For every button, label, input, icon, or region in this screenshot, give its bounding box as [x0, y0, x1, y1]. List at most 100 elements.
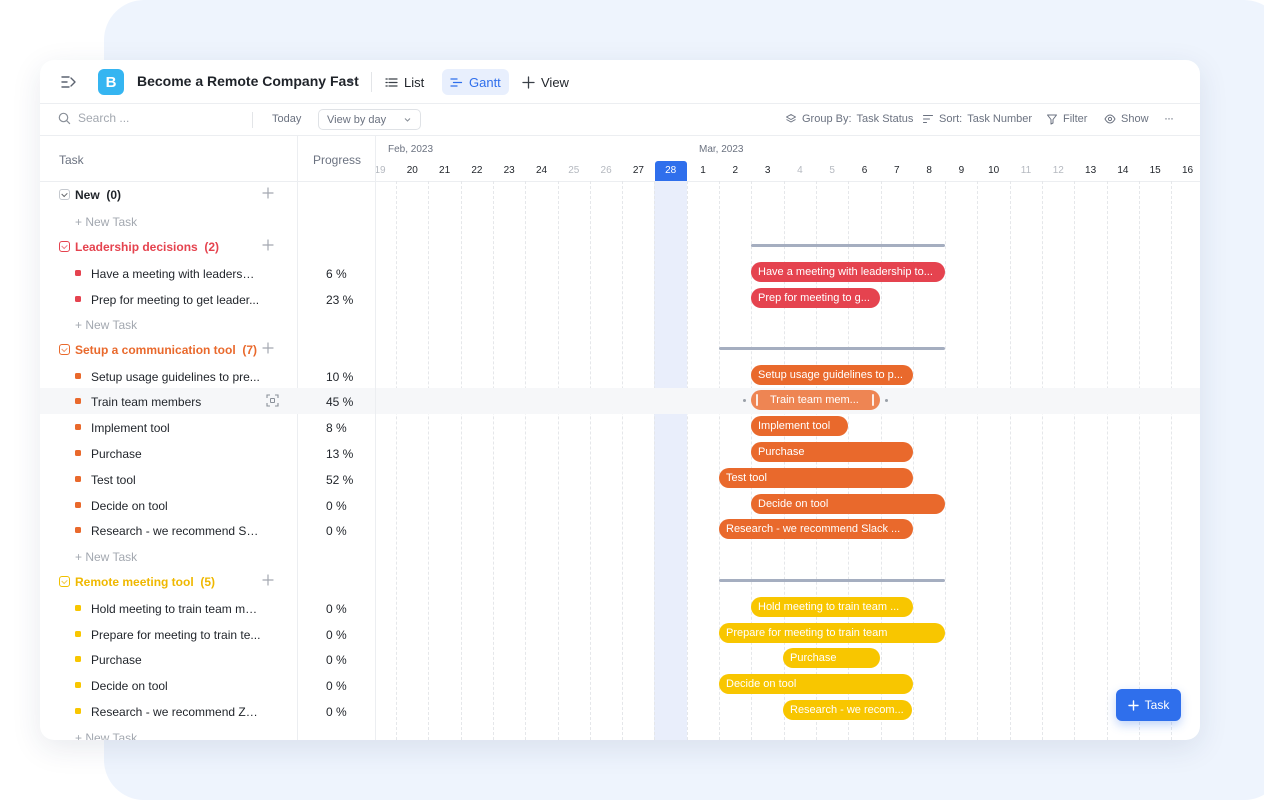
- task-name[interactable]: Purchase: [91, 447, 142, 461]
- group-row-setup[interactable]: Setup a communication tool (7): [40, 337, 376, 363]
- task-row[interactable]: Purchase 0 %: [40, 646, 376, 672]
- task-row[interactable]: Research - we recommend Zo... 0 %: [40, 698, 376, 724]
- sort-value: Task Number: [967, 113, 1033, 125]
- group-collapse-toggle[interactable]: [59, 241, 70, 252]
- group-row-leadership[interactable]: Leadership decisions (2): [40, 234, 376, 260]
- task-row[interactable]: Setup usage guidelines to pre... 10 %: [40, 363, 376, 389]
- project-title[interactable]: Become a Remote Company Fast: [137, 73, 359, 89]
- filter-button[interactable]: Filter: [1046, 113, 1087, 125]
- task-name[interactable]: Decide on tool: [91, 499, 168, 513]
- bar-dependency-dot[interactable]: [743, 399, 746, 402]
- task-name[interactable]: Decide on tool: [91, 679, 168, 693]
- bar-resize-handle-left[interactable]: [756, 394, 758, 406]
- list-view-button[interactable]: List: [377, 69, 432, 95]
- group-row-remote[interactable]: Remote meeting tool (5): [40, 569, 376, 595]
- new-task-row[interactable]: + New Task: [40, 543, 376, 569]
- gantt-view-button[interactable]: Gantt: [442, 69, 509, 95]
- add-task-icon[interactable]: [261, 341, 275, 355]
- add-task-icon[interactable]: [261, 573, 275, 587]
- new-task-row[interactable]: + New Task: [40, 208, 376, 234]
- group-row-new[interactable]: New (0): [40, 182, 376, 208]
- add-task-icon[interactable]: [261, 238, 275, 252]
- gantt-bar[interactable]: Purchase: [783, 648, 880, 668]
- status-dot: [75, 398, 81, 404]
- search-input[interactable]: [78, 111, 228, 125]
- plus-icon: [1127, 699, 1139, 711]
- task-row[interactable]: Purchase 13 %: [40, 440, 376, 466]
- gantt-bar[interactable]: Have a meeting with leadership to...: [751, 262, 945, 282]
- gantt-bar[interactable]: Setup usage guidelines to p...: [751, 365, 913, 385]
- bar-dependency-dot[interactable]: [885, 399, 888, 402]
- new-task-row[interactable]: + New Task: [40, 724, 376, 740]
- group-summary-bar: [751, 244, 945, 247]
- task-name[interactable]: Setup usage guidelines to pre...: [91, 370, 260, 384]
- task-name[interactable]: Test tool: [91, 473, 136, 487]
- task-name[interactable]: Train team members: [91, 395, 201, 409]
- gantt-bar[interactable]: Purchase: [751, 442, 913, 462]
- new-task-row[interactable]: + New Task: [40, 311, 376, 337]
- gantt-bar[interactable]: Research - we recommend Slack ...: [719, 519, 913, 539]
- group-name: Leadership decisions (2): [75, 240, 220, 254]
- task-name[interactable]: Hold meeting to train team me...: [91, 602, 261, 616]
- task-row[interactable]: Prep for meeting to get leader... 23 %: [40, 286, 376, 312]
- group-collapse-toggle[interactable]: [59, 189, 70, 200]
- today-button[interactable]: Today: [272, 113, 301, 125]
- new-task-link[interactable]: + New Task: [75, 318, 137, 332]
- task-progress: 45 %: [326, 395, 354, 409]
- more-options-button[interactable]: ···: [1164, 111, 1174, 125]
- view-by-select[interactable]: View by day: [318, 109, 421, 130]
- gantt-bar[interactable]: Implement tool: [751, 416, 848, 436]
- gantt-bar[interactable]: Hold meeting to train team ...: [751, 597, 913, 617]
- timeline-gridline: [492, 181, 494, 740]
- group-collapse-toggle[interactable]: [59, 344, 70, 355]
- timeline-day-11: 11: [1020, 165, 1032, 176]
- gantt-bar[interactable]: Prep for meeting to g...: [751, 288, 880, 308]
- new-task-link[interactable]: + New Task: [75, 215, 137, 229]
- task-column-header: Task: [59, 153, 84, 167]
- task-name[interactable]: Research - we recommend Zo...: [91, 705, 261, 719]
- add-view-button[interactable]: View: [514, 69, 577, 95]
- task-row[interactable]: Test tool 52 %: [40, 466, 376, 492]
- task-name[interactable]: Implement tool: [91, 421, 170, 435]
- gantt-bar[interactable]: Decide on tool: [751, 494, 945, 514]
- task-name[interactable]: Purchase: [91, 653, 142, 667]
- gantt-bar[interactable]: Decide on tool: [719, 674, 913, 694]
- bar-resize-handle-right[interactable]: [872, 394, 874, 406]
- timeline-day-15: 15: [1149, 165, 1161, 176]
- task-name[interactable]: Research - we recommend Sla...: [91, 524, 261, 538]
- timeline-day-27: 27: [632, 165, 644, 176]
- gantt-bar[interactable]: Test tool: [719, 468, 913, 488]
- task-name[interactable]: Have a meeting with leadershi...: [91, 267, 261, 281]
- task-name[interactable]: Prepare for meeting to train te...: [91, 628, 260, 642]
- timeline-day-8: 8: [926, 165, 932, 176]
- add-task-icon[interactable]: [261, 186, 275, 200]
- group-collapse-toggle[interactable]: [59, 576, 70, 587]
- task-row[interactable]: Prepare for meeting to train te... 0 %: [40, 621, 376, 647]
- add-task-fab-button[interactable]: Task: [1116, 689, 1181, 721]
- task-row[interactable]: Have a meeting with leadershi... 6 %: [40, 260, 376, 286]
- gantt-bar-selected[interactable]: Train team mem...: [751, 390, 880, 410]
- task-row[interactable]: Research - we recommend Sla... 0 %: [40, 517, 376, 543]
- show-button[interactable]: Show: [1104, 113, 1149, 125]
- task-row-selected[interactable]: Train team members 45 %: [40, 388, 376, 414]
- caret-down-icon[interactable]: [346, 76, 356, 86]
- new-task-link[interactable]: + New Task: [75, 731, 137, 740]
- task-progress: 0 %: [326, 628, 347, 642]
- expand-icon[interactable]: [266, 394, 279, 407]
- sort-icon: [922, 114, 934, 124]
- gantt-bar[interactable]: Prepare for meeting to train team: [719, 623, 945, 643]
- group-by-button[interactable]: Group By: Task Status: [785, 113, 913, 125]
- task-name[interactable]: Prep for meeting to get leader...: [91, 293, 259, 307]
- task-row[interactable]: Implement tool 8 %: [40, 414, 376, 440]
- new-task-link[interactable]: + New Task: [75, 550, 137, 564]
- task-row[interactable]: Hold meeting to train team me... 0 %: [40, 595, 376, 621]
- task-row[interactable]: Decide on tool 0 %: [40, 672, 376, 698]
- gantt-bar[interactable]: Research - we recom...: [783, 700, 912, 720]
- sidebar-toggle-icon[interactable]: [60, 73, 78, 91]
- status-dot: [75, 373, 81, 379]
- timeline-gridline: [1138, 181, 1140, 740]
- task-progress: 0 %: [326, 653, 347, 667]
- timeline-gridline: [428, 181, 430, 740]
- task-row[interactable]: Decide on tool 0 %: [40, 492, 376, 518]
- sort-button[interactable]: Sort: Task Number: [922, 113, 1032, 125]
